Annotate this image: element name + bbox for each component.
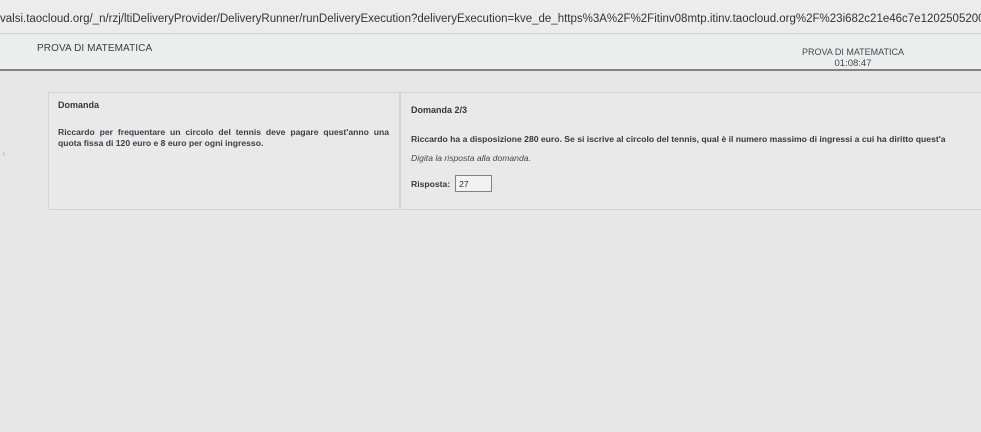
address-bar[interactable]: valsi.taocloud.org/_n/rzj/ltiDeliveryPro…	[0, 0, 981, 34]
test-title-right: PROVA DI MATEMATICA	[801, 47, 904, 57]
question-text: Riccardo ha a disposizione 280 euro. Se …	[411, 134, 946, 144]
stimulus-label: Domanda	[58, 100, 100, 110]
question-column: Domanda 2/3 Riccardo ha a disposizione 2…	[403, 93, 981, 209]
timer: 01:08:47	[834, 58, 872, 69]
stimulus-column: Domanda Riccardo per frequentare un circ…	[49, 93, 401, 209]
test-info: PROVA DI MATEMATICA 01:08:47	[802, 47, 904, 69]
answer-label: Risposta:	[411, 178, 451, 189]
stimulus-text: Riccardo per frequentare un circolo del …	[58, 127, 389, 148]
item-panel: Domanda Riccardo per frequentare un circ…	[48, 92, 981, 210]
previous-arrow-icon[interactable]: ‹	[2, 148, 6, 160]
answer-input[interactable]	[455, 175, 493, 192]
question-number: Domanda 2/3	[411, 105, 468, 115]
test-title: PROVA DI MATEMATICA	[37, 43, 153, 54]
question-instruction: Digita la risposta alla domanda.	[411, 153, 531, 163]
answer-row: Risposta:	[411, 175, 981, 192]
test-header: PROVA DI MATEMATICA PROVA DI MATEMATICA …	[0, 35, 981, 71]
url-text: valsi.taocloud.org/_n/rzj/ltiDeliveryPro…	[0, 13, 981, 25]
